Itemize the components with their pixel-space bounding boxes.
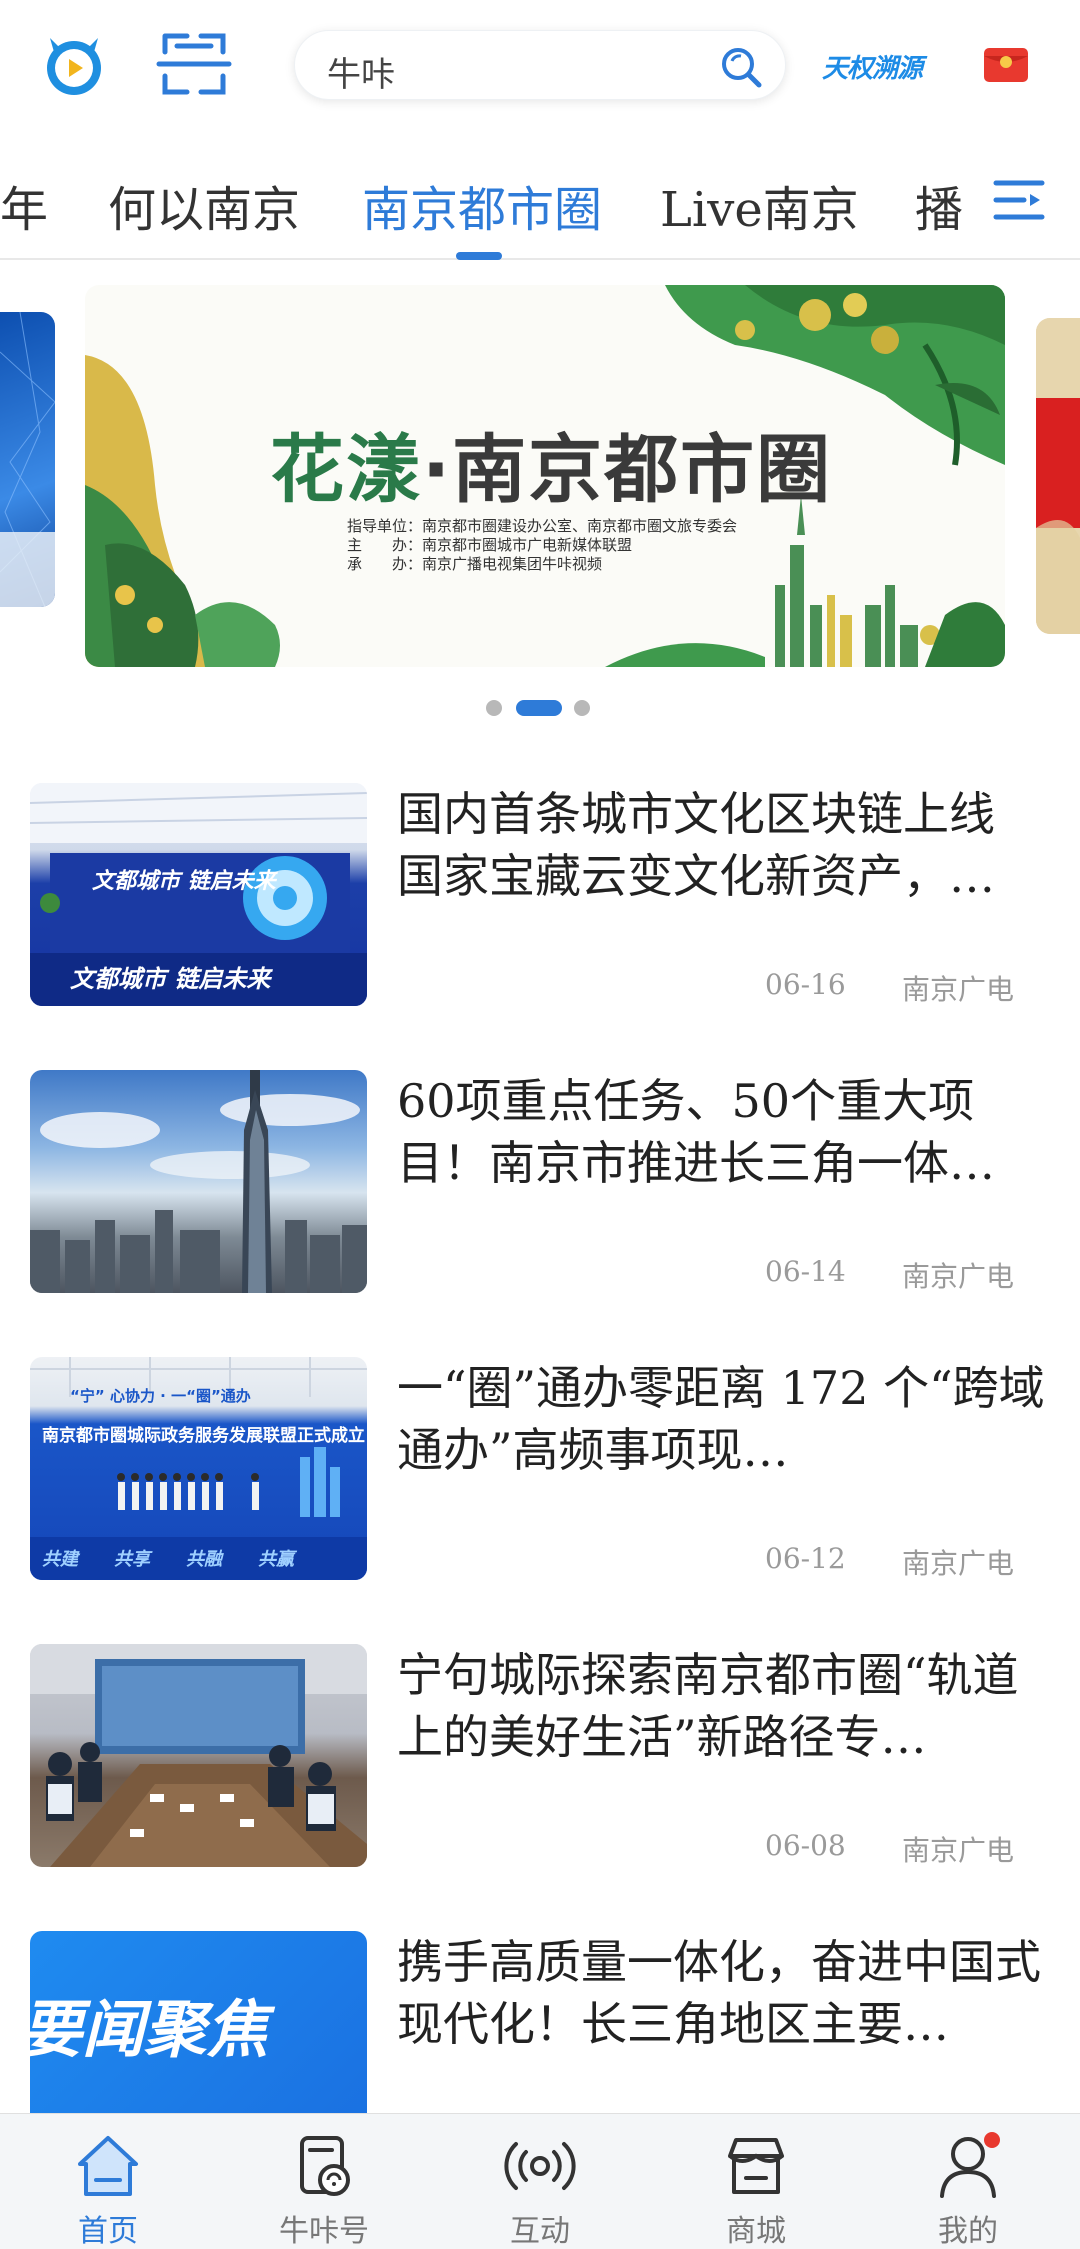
tab-broadcast[interactable]: 播 — [915, 170, 963, 240]
banner-credit-line: 主 办：南京都市圈城市广电新媒体联盟 — [347, 536, 633, 554]
news-date: 06-08 — [765, 1829, 846, 1862]
news-item[interactable]: 60项重点任务、50个重大项目！南京市推进长三角一体… 06-14 南京广电 — [30, 1070, 1050, 1294]
carousel-dot[interactable] — [574, 700, 590, 716]
news-thumbnail: 文都城市 链启未来 文都城市 链启未来 — [30, 783, 367, 1006]
store-icon — [720, 2130, 792, 2202]
channel-menu-icon[interactable] — [990, 175, 1048, 225]
thumbnail-subtitle: “宁” 心协力 · 一“圈”通办 — [70, 1387, 251, 1405]
banner-title-part1: 花漾 — [270, 427, 422, 513]
news-item[interactable]: 文都城市 链启未来 文都城市 链启未来 国内首条城市文化区块链上线 国家宝藏云变… — [30, 783, 1050, 1007]
search-bar[interactable]: 牛咔 — [294, 30, 786, 100]
news-source: 南京广电 — [902, 1834, 1015, 1867]
brand-link[interactable]: 天权溯源 — [822, 48, 923, 85]
news-title[interactable]: 60项重点任务、50个重大项目！南京市推进长三角一体… — [397, 1070, 1049, 1194]
nav-niuka-account[interactable]: 牛咔号 — [244, 2114, 404, 2249]
bottom-navigation: 首页 牛咔号 互动 商城 我的 — [0, 2113, 1080, 2249]
app-logo-icon[interactable] — [40, 30, 108, 98]
top-bar: 牛咔 天权溯源 — [0, 0, 1080, 135]
red-packet-icon[interactable] — [982, 42, 1030, 86]
search-icon[interactable] — [719, 45, 763, 89]
news-item[interactable]: 宁句城际探索南京都市圈“轨道上的美好生活”新路径专… 06-08 南京广电 — [30, 1644, 1050, 1868]
banner-credits: 指导单位：南京都市圈建设办公室、南京都市圈文旅专委会 主 办：南京都市圈城市广电… — [347, 517, 737, 574]
carousel-dots — [486, 698, 596, 716]
news-date: 06-16 — [765, 968, 846, 1001]
news-source: 南京广电 — [902, 1547, 1015, 1580]
nav-label: 互动 — [510, 2214, 570, 2249]
nav-interact[interactable]: 互动 — [460, 2114, 620, 2249]
thumbnail-caption: 文都城市 链启未来 — [70, 965, 271, 993]
banner-title-part2: ·南京都市圈 — [422, 427, 833, 513]
carousel-dot[interactable] — [486, 700, 502, 716]
nav-label: 我的 — [938, 2214, 998, 2249]
nav-store[interactable]: 商城 — [676, 2114, 836, 2249]
news-date: 06-14 — [765, 1255, 846, 1288]
niuka-account-icon — [288, 2130, 360, 2202]
news-date: 06-12 — [765, 1542, 846, 1575]
thumbnail-caption: 共建 共享 共融 共赢 — [42, 1549, 294, 1570]
news-title[interactable]: 宁句城际探索南京都市圈“轨道上的美好生活”新路径专… — [397, 1644, 1049, 1768]
news-thumbnail — [30, 1070, 367, 1293]
banner-credit-line: 指导单位：南京都市圈建设办公室、南京都市圈文旅专委会 — [347, 517, 738, 535]
scan-icon[interactable] — [155, 30, 233, 98]
nav-label: 商城 — [726, 2214, 786, 2249]
broadcast-icon — [504, 2130, 576, 2202]
news-source: 南京广电 — [902, 1260, 1015, 1293]
news-item[interactable]: “宁” 心协力 · 一“圈”通办 南京都市圈城际政务服务发展联盟正式成立 共建 … — [30, 1357, 1050, 1581]
tab-live-nanjing[interactable]: Live南京 — [660, 170, 859, 240]
tab-year[interactable]: 年 — [0, 170, 48, 240]
home-icon — [72, 2130, 144, 2202]
thumbnail-caption: 要闻聚焦 — [30, 1993, 269, 2066]
thumbnail-caption: 南京都市圈城际政务服务发展联盟正式成立 — [42, 1426, 365, 1446]
tab-heyi-nanjing[interactable]: 何以南京 — [108, 170, 300, 240]
news-thumbnail — [30, 1644, 367, 1867]
nav-home[interactable]: 首页 — [28, 2114, 188, 2249]
search-input[interactable]: 牛咔 — [327, 47, 395, 96]
active-tab-indicator — [456, 252, 502, 260]
channel-tabs: 年 何以南京 南京都市圈 Live南京 播 — [0, 150, 1080, 260]
banner-prev-slide[interactable] — [0, 312, 55, 607]
news-thumbnail: “宁” 心协力 · 一“圈”通办 南京都市圈城际政务服务发展联盟正式成立 共建 … — [30, 1357, 367, 1580]
news-title[interactable]: 携手高质量一体化，奋进中国式现代化！长三角地区主要… — [397, 1931, 1049, 2055]
banner-next-slide[interactable] — [1036, 318, 1080, 634]
nav-label: 牛咔号 — [279, 2214, 369, 2249]
nav-label: 首页 — [78, 2214, 138, 2249]
tab-nanjing-metro[interactable]: 南京都市圈 — [362, 170, 602, 240]
news-title[interactable]: 一“圈”通办零距离 172 个“跨域通办”高频事项现… — [397, 1357, 1049, 1481]
news-source: 南京广电 — [902, 973, 1015, 1006]
news-title[interactable]: 国内首条城市文化区块链上线 国家宝藏云变文化新资产，… — [397, 783, 1049, 907]
banner-title: 花漾·南京都市圈 — [270, 410, 832, 517]
banner-slide[interactable]: 花漾·南京都市圈 指导单位：南京都市圈建设办公室、南京都市圈文旅专委会 主 办：… — [85, 285, 1005, 667]
thumbnail-caption: 文都城市 链启未来 — [92, 869, 276, 894]
nav-profile[interactable]: 我的 — [888, 2114, 1048, 2249]
carousel-dot-active[interactable] — [516, 700, 562, 716]
profile-icon — [932, 2130, 1004, 2202]
banner-credit-line: 承 办：南京广播电视集团牛咔视频 — [347, 555, 603, 573]
